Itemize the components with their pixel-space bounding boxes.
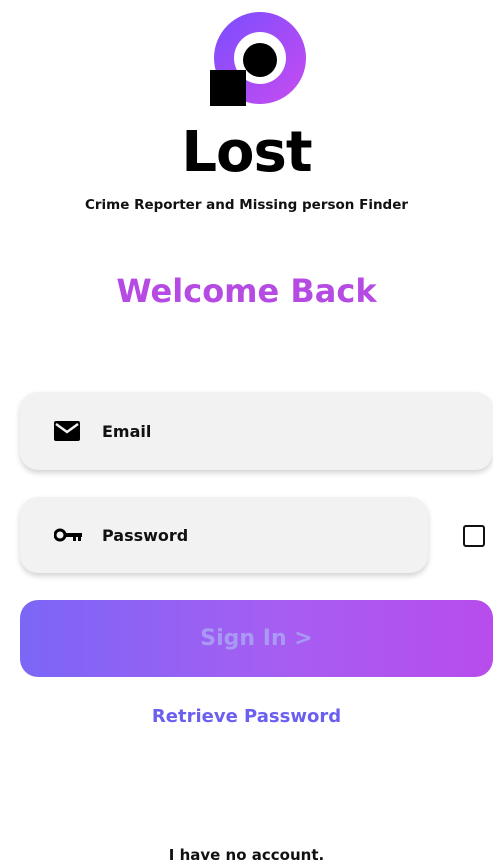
sign-in-button[interactable]: Sign In > — [20, 600, 493, 677]
email-placeholder: Email — [102, 421, 152, 441]
app-name: Lost — [181, 120, 312, 185]
login-screen: Lost Crime Reporter and Missing person F… — [0, 0, 493, 865]
mail-icon — [54, 421, 82, 441]
password-field[interactable]: Password — [20, 497, 428, 573]
app-tagline: Crime Reporter and Missing person Finder — [84, 197, 409, 213]
key-icon — [54, 525, 82, 545]
password-placeholder: Password — [102, 525, 189, 545]
email-field[interactable]: Email — [20, 392, 493, 470]
retrieve-password-link[interactable]: Retrieve Password — [0, 706, 493, 727]
welcome-heading: Welcome Back — [116, 272, 377, 310]
no-account-link[interactable]: I have no account. — [0, 846, 493, 864]
show-password-checkbox[interactable] — [463, 525, 485, 547]
app-logo — [208, 10, 308, 108]
